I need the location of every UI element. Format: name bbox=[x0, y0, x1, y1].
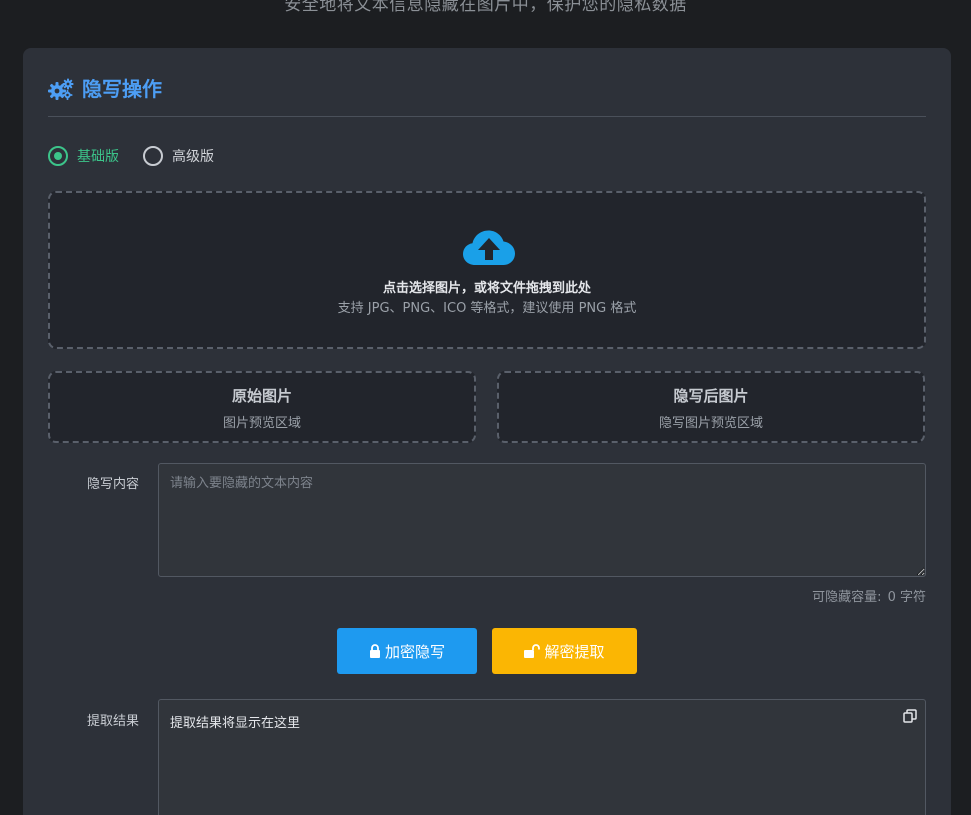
radio-dot bbox=[48, 146, 68, 166]
mode-radio-label: 基础版 bbox=[77, 149, 119, 165]
encrypt-button[interactable]: 加密隐写 bbox=[337, 628, 477, 674]
capacity-indicator: 可隐藏容量: 0 字符 bbox=[810, 586, 926, 605]
capacity-label: 可隐藏容量: bbox=[812, 590, 882, 605]
decrypt-button-label: 解密提取 bbox=[544, 642, 605, 661]
original-image-preview: 原始图片 图片预览区域 bbox=[48, 371, 476, 443]
copy-icon[interactable] bbox=[903, 709, 917, 723]
stego-preview-placeholder: 隐写图片预览区域 bbox=[658, 416, 763, 431]
mode-radio-advanced[interactable]: 高级版 bbox=[143, 146, 214, 166]
card-header: 隐写操作 bbox=[48, 76, 926, 117]
hide-content-label: 隐写内容 bbox=[87, 477, 140, 492]
original-preview-placeholder: 图片预览区域 bbox=[222, 416, 301, 431]
mode-radio-label: 高级版 bbox=[172, 149, 214, 165]
cloud-upload-icon bbox=[463, 230, 515, 265]
upload-main-text: 点击选择图片，或将文件拖拽到此处 bbox=[382, 281, 591, 296]
lock-icon bbox=[369, 644, 380, 658]
stego-card: 隐写操作 基础版 高级版 点击选择图片，或将文件拖拽到此处 支持 JPG、PNG… bbox=[23, 48, 951, 815]
radio-dot bbox=[143, 146, 163, 166]
capacity-value: 0 字符 bbox=[887, 590, 926, 605]
extract-result-text: 提取结果将显示在这里 bbox=[170, 716, 301, 731]
encrypt-button-label: 加密隐写 bbox=[384, 642, 445, 661]
extract-result-box: 提取结果将显示在这里 bbox=[158, 699, 926, 815]
stego-preview-title: 隐写后图片 bbox=[673, 387, 749, 405]
decrypt-button[interactable]: 解密提取 bbox=[492, 628, 637, 674]
stego-image-preview: 隐写后图片 隐写图片预览区域 bbox=[497, 371, 925, 443]
unlock-icon bbox=[524, 644, 541, 658]
image-upload-dropzone[interactable]: 点击选择图片，或将文件拖拽到此处 支持 JPG、PNG、ICO 等格式，建议使用… bbox=[48, 191, 926, 349]
mode-selector: 基础版 高级版 bbox=[48, 146, 238, 166]
original-preview-title: 原始图片 bbox=[231, 387, 292, 405]
card-title: 隐写操作 bbox=[82, 77, 162, 101]
upload-sub-text: 支持 JPG、PNG、ICO 等格式，建议使用 PNG 格式 bbox=[337, 301, 637, 316]
gears-icon bbox=[48, 78, 74, 100]
result-label: 提取结果 bbox=[87, 714, 140, 729]
mode-radio-basic[interactable]: 基础版 bbox=[48, 146, 119, 166]
page-subtitle: 安全地将文本信息隐藏在图片中，保护您的隐私数据 bbox=[284, 0, 687, 15]
hide-content-input[interactable] bbox=[158, 463, 926, 577]
